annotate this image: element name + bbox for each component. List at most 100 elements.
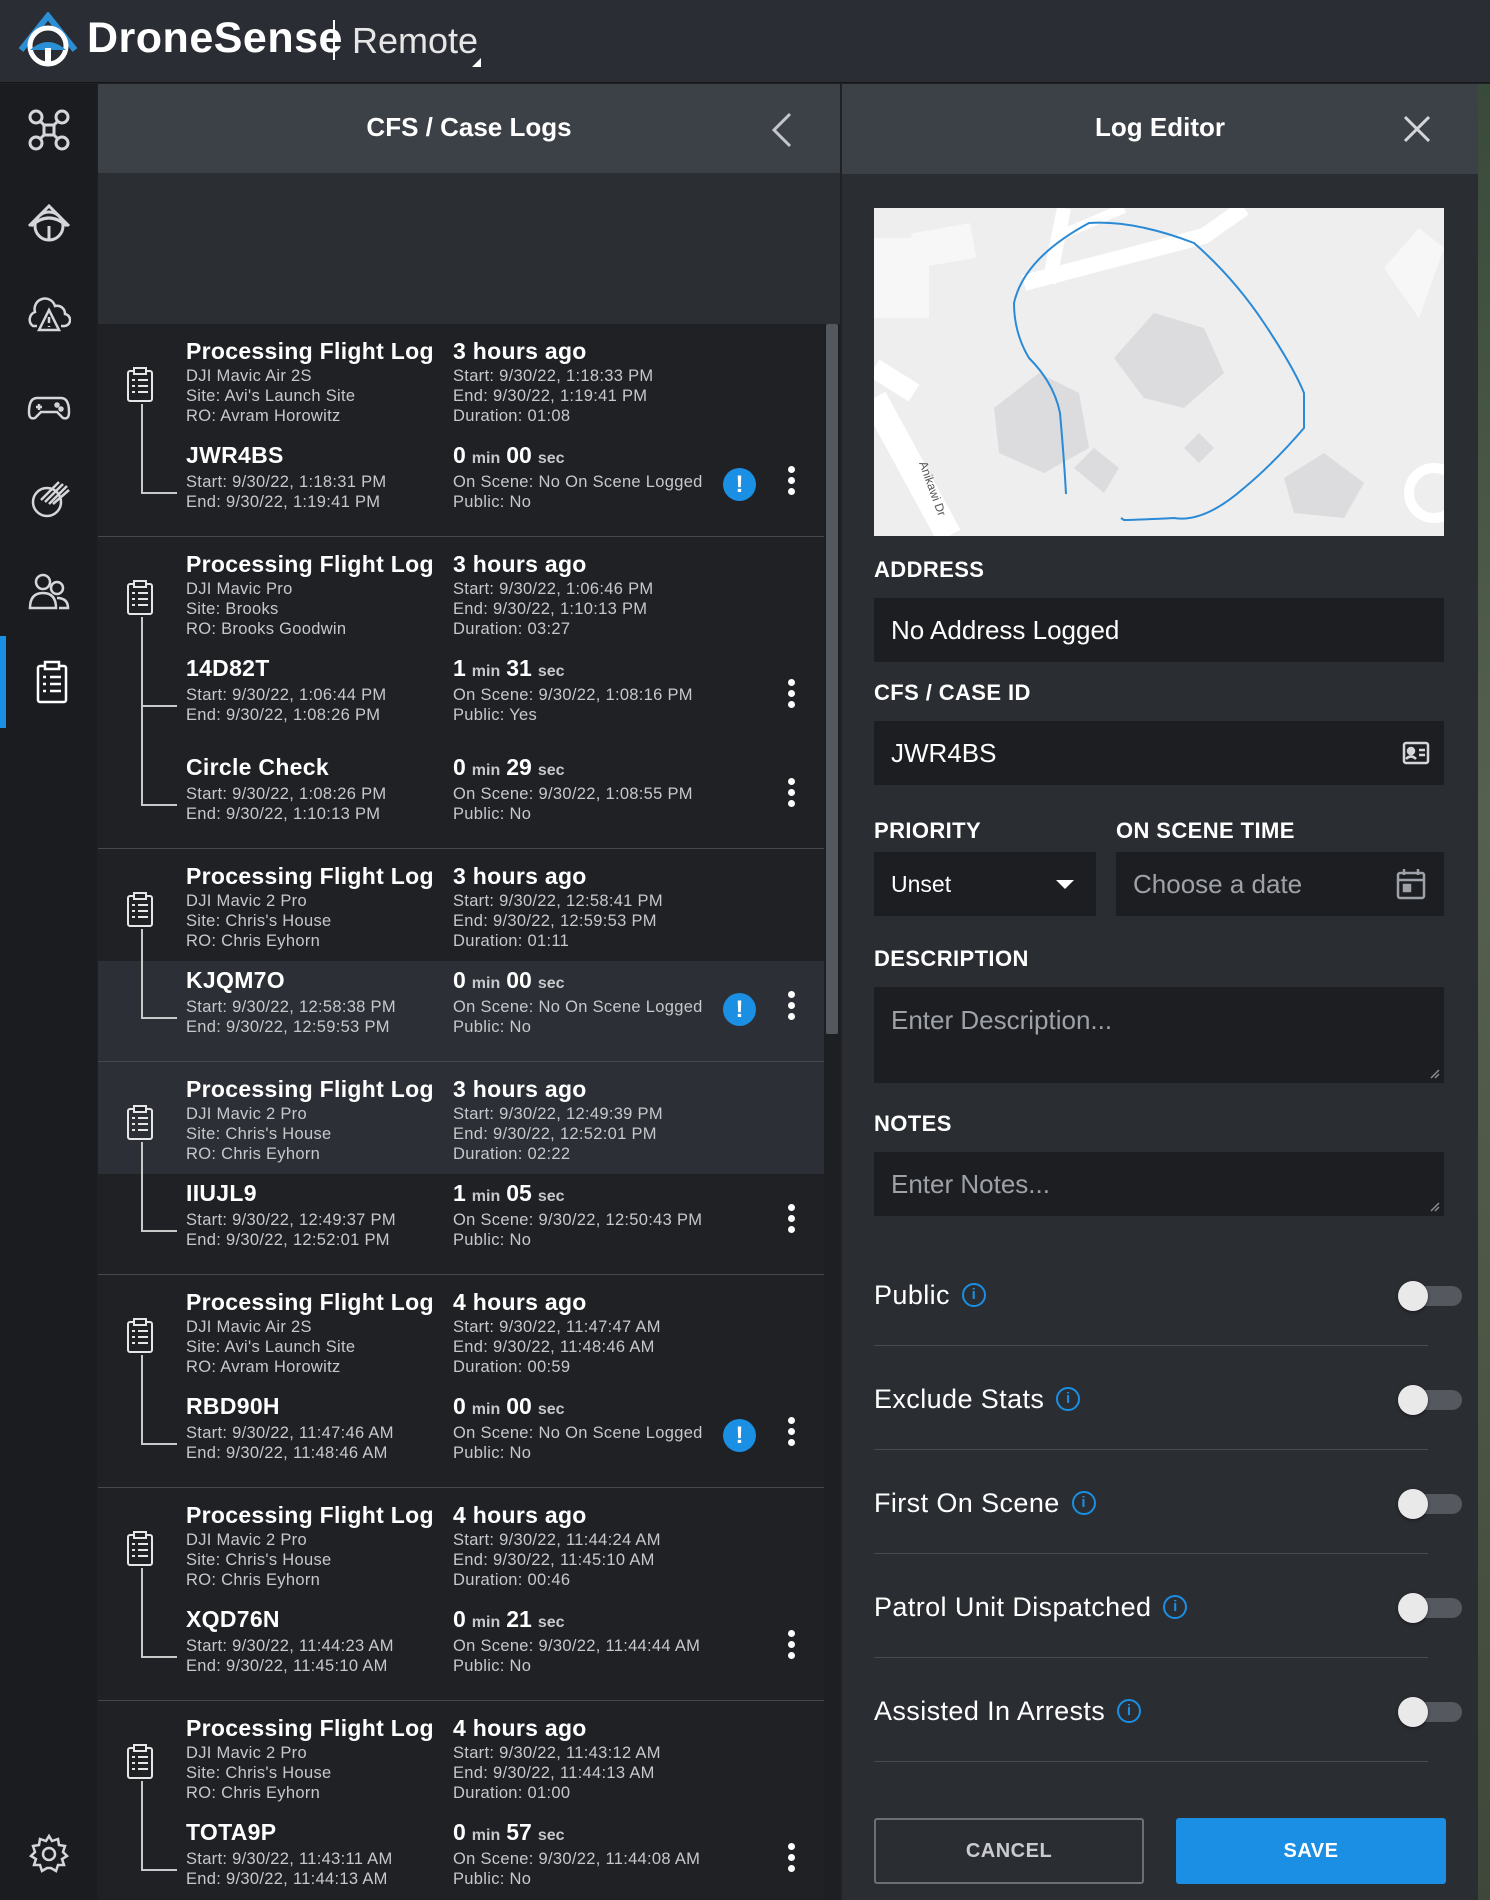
- flight-log-row[interactable]: Processing Flight Log DJI Mavic Pro Site: …: [98, 537, 824, 649]
- on-scene-date-input[interactable]: Choose a date: [1116, 852, 1444, 916]
- id-card-icon[interactable]: [1402, 741, 1430, 765]
- nav-users[interactable]: [0, 544, 97, 636]
- nav-launch-sites[interactable]: [0, 176, 97, 268]
- flight-log-row[interactable]: Processing Flight Log DJI Mavic 2 Pro Site…: [98, 1488, 824, 1600]
- tree-connector: [141, 929, 143, 961]
- more-options-icon[interactable]: [786, 991, 796, 1025]
- flight-log-row[interactable]: Processing Flight Log DJI Mavic Air 2S Sit…: [98, 1275, 824, 1387]
- flight-log-group: Processing Flight Log DJI Mavic 2 Pro Site…: [98, 1062, 824, 1275]
- flight-start: Start: 9/30/22, 1:18:33 PM: [453, 367, 654, 385]
- flight-log-title: Processing Flight Log: [186, 1076, 434, 1102]
- case-start: Start: 9/30/22, 11:47:46 AM: [186, 1424, 394, 1442]
- product-name[interactable]: Remote: [352, 20, 478, 62]
- toggle-label: Patrol Unit Dispatched i: [874, 1592, 1188, 1623]
- nav-drone[interactable]: [0, 84, 97, 176]
- case-id: KJQM7O: [186, 967, 285, 993]
- more-options-icon[interactable]: [786, 778, 796, 812]
- toggle-row: First On Scene i: [874, 1450, 1462, 1554]
- priority-select[interactable]: Unset: [874, 852, 1096, 916]
- case-row[interactable]: JWR4BS Start: 9/30/22, 1:18:31 PM End: 9/3…: [98, 436, 824, 536]
- description-textarea[interactable]: Enter Description...: [874, 987, 1444, 1083]
- close-icon[interactable]: [1402, 114, 1432, 144]
- brand-divider: [333, 20, 335, 60]
- flight-duration: Duration: 02:22: [453, 1145, 571, 1163]
- info-icon[interactable]: i: [1056, 1386, 1081, 1411]
- toggle-knob[interactable]: [1398, 1385, 1428, 1415]
- more-options-icon[interactable]: [786, 466, 796, 500]
- warning-icon[interactable]: !: [723, 468, 756, 501]
- more-options-icon[interactable]: [786, 679, 796, 713]
- warning-icon[interactable]: !: [723, 1419, 756, 1452]
- case-id: 14D82T: [186, 655, 270, 681]
- tree-branch: [141, 1230, 177, 1232]
- calendar-icon[interactable]: [1396, 868, 1426, 900]
- nav-case-logs[interactable]: [0, 636, 97, 728]
- info-icon[interactable]: i: [1163, 1594, 1188, 1619]
- notes-textarea[interactable]: Enter Notes...: [874, 1152, 1444, 1216]
- more-options-icon[interactable]: [786, 1417, 796, 1451]
- nav-settings[interactable]: [0, 1808, 97, 1900]
- case-public: Public: No: [453, 1231, 532, 1249]
- case-id: IIUJL9: [186, 1180, 257, 1206]
- info-icon[interactable]: i: [961, 1282, 986, 1307]
- flight-log-row[interactable]: Processing Flight Log DJI Mavic 2 Pro Site…: [98, 1062, 824, 1174]
- flight-log-row[interactable]: Processing Flight Log DJI Mavic Air 2S Sit…: [98, 324, 824, 436]
- case-row[interactable]: KJQM7O Start: 9/30/22, 12:58:38 PM End: 9/…: [98, 961, 824, 1061]
- case-on-scene: On Scene: 9/30/22, 1:08:16 PM: [453, 686, 693, 704]
- tree-connector: [141, 404, 143, 436]
- case-row[interactable]: XQD76N Start: 9/30/22, 11:44:23 AM End: 9/…: [98, 1600, 824, 1700]
- case-row[interactable]: TOTA9P Start: 9/30/22, 11:43:11 AM End: 9/…: [98, 1813, 824, 1900]
- address-field[interactable]: No Address Logged: [874, 598, 1444, 662]
- more-options-icon[interactable]: [786, 1630, 796, 1664]
- case-row[interactable]: Circle Check Start: 9/30/22, 1:08:26 PM En…: [98, 748, 824, 848]
- time-ago: 4 hours ago: [453, 1715, 587, 1741]
- case-end: End: 9/30/22, 12:59:53 PM: [186, 1018, 390, 1036]
- resize-handle-icon[interactable]: [1428, 1067, 1440, 1079]
- tree-connector: [141, 1813, 143, 1869]
- remote-operator: RO: Avram Horowitz: [186, 1358, 341, 1376]
- case-start: Start: 9/30/22, 12:49:37 PM: [186, 1211, 396, 1229]
- flight-path-map[interactable]: Anikawi Dr: [874, 208, 1444, 536]
- priority-value: Unset: [891, 870, 952, 897]
- case-id-field[interactable]: JWR4BS: [874, 721, 1444, 785]
- tree-branch: [141, 705, 177, 707]
- cancel-button[interactable]: CANCEL: [874, 1818, 1144, 1884]
- warning-icon[interactable]: !: [723, 993, 756, 1026]
- nav-controllers[interactable]: [0, 360, 97, 452]
- panel-title: CFS / Case Logs: [366, 112, 572, 142]
- duration-minutes: 0: [453, 967, 466, 993]
- flight-log-row[interactable]: Processing Flight Log DJI Mavic 2 Pro Site…: [98, 1701, 824, 1813]
- minutes-unit: min: [471, 450, 501, 467]
- toggle-knob[interactable]: [1398, 1489, 1428, 1519]
- more-options-icon[interactable]: [786, 1204, 796, 1238]
- tree-connector: [141, 1142, 143, 1174]
- resize-handle-icon[interactable]: [1428, 1200, 1440, 1212]
- case-public: Public: Yes: [453, 706, 538, 724]
- case-row[interactable]: 14D82T Start: 9/30/22, 1:06:44 PM End: 9/3…: [98, 649, 824, 748]
- info-icon[interactable]: i: [1071, 1490, 1096, 1515]
- scrollbar-thumb[interactable]: [826, 324, 838, 1034]
- top-bar: DroneSense Remote: [0, 0, 1490, 83]
- toggle-knob[interactable]: [1398, 1593, 1428, 1623]
- nav-incidents[interactable]: [0, 268, 97, 360]
- address-label: ADDRESS: [874, 557, 985, 582]
- more-options-icon[interactable]: [786, 1843, 796, 1877]
- toggle-knob[interactable]: [1398, 1697, 1428, 1727]
- case-row[interactable]: RBD90H Start: 9/30/22, 11:47:46 AM End: 9/…: [98, 1387, 824, 1487]
- time-ago: 3 hours ago: [453, 338, 587, 364]
- chevron-left-icon[interactable]: [770, 110, 794, 150]
- minutes-unit: min: [471, 762, 501, 779]
- nav-fire[interactable]: [0, 452, 97, 544]
- on-scene-time-label: ON SCENE TIME: [1116, 818, 1295, 843]
- minutes-unit: min: [471, 1401, 501, 1418]
- info-icon[interactable]: i: [1117, 1698, 1142, 1723]
- product-menu-caret-icon[interactable]: [472, 58, 481, 67]
- toggle-knob[interactable]: [1398, 1281, 1428, 1311]
- case-log-list[interactable]: Processing Flight Log DJI Mavic Air 2S Sit…: [98, 324, 824, 1900]
- case-start: Start: 9/30/22, 1:18:31 PM: [186, 473, 387, 491]
- filter-area: [98, 174, 840, 324]
- case-row[interactable]: IIUJL9 Start: 9/30/22, 12:49:37 PM End: 9/…: [98, 1174, 824, 1274]
- duration-seconds: 00: [506, 1393, 532, 1419]
- save-button[interactable]: SAVE: [1176, 1818, 1446, 1884]
- flight-log-row[interactable]: Processing Flight Log DJI Mavic 2 Pro Site…: [98, 849, 824, 961]
